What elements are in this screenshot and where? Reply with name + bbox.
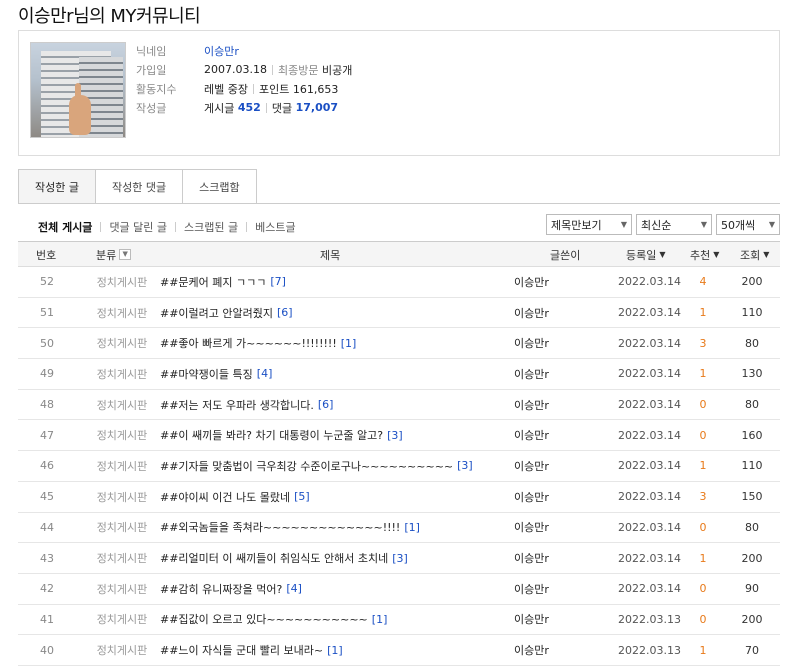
level-value: 레벨 중장 [204, 82, 248, 96]
comment-count-link[interactable]: [1] [341, 337, 357, 350]
comment-count-link[interactable]: [3] [392, 552, 408, 565]
nickname-label: 닉네임 [136, 44, 167, 58]
post-title-link[interactable]: ##문케어 폐지 ㄱㄱㄱ [160, 274, 266, 290]
chevron-down-icon: ▼ [620, 220, 627, 229]
filter-commented-posts[interactable]: 댓글 달린 글 [109, 219, 167, 235]
profile-info: 닉네임 이승만r 가입일 2007.03.18 최종방문 비공개 활동지수 레벨… [136, 41, 352, 117]
post-filters: 전체 게시글 댓글 달린 글 스크랩된 글 베스트글 [38, 219, 296, 235]
comment-count[interactable]: 17,007 [296, 101, 338, 114]
comment-count-link[interactable]: [3] [457, 459, 473, 472]
filter-all-posts[interactable]: 전체 게시글 [38, 219, 92, 235]
tab-divider [18, 203, 780, 204]
table-row: 52 정치게시판 ##문케어 폐지 ㄱㄱㄱ [7] 이승만r 2022.03.14… [18, 267, 780, 298]
last-visit-label: 최종방문 [277, 63, 319, 77]
sort-select[interactable]: 최신순 ▼ [636, 214, 712, 235]
col-recommend[interactable]: 추천 ▼ [690, 242, 719, 267]
table-row: 47 정치게시판 ##이 쌔끼들 봐라? 차기 대통령이 누군줄 알고? [3] … [18, 420, 780, 452]
col-num: 번호 [36, 248, 57, 262]
posts-label: 작성글 [136, 101, 167, 115]
post-title-link[interactable]: ##리얼미터 이 쌔끼들이 취임식도 안해서 초치네 [160, 550, 388, 566]
table-row: 48 정치게시판 ##저는 저도 우파라 생각합니다. [6] 이승만r 2022… [18, 390, 780, 421]
sort-down-icon: ▼ [713, 250, 720, 259]
points-value: 포인트 161,653 [258, 82, 339, 96]
comment-count-link[interactable]: [5] [294, 490, 310, 503]
post-title-link[interactable]: ##마약쟁이들 특징 [160, 366, 253, 382]
table-row: 50 정치게시판 ##좋아 빠르게 가~~~~~~!!!!!!!! [1] 이승만… [18, 328, 780, 360]
filter-best-posts[interactable]: 베스트글 [255, 219, 295, 235]
comment-count-link[interactable]: [4] [257, 367, 273, 380]
page-title: 이승만r님의 MY커뮤니티 [18, 6, 201, 27]
sort-down-icon: ▼ [659, 250, 666, 259]
post-title-link[interactable]: ##집값이 오르고 있다~~~~~~~~~~~ [160, 611, 368, 627]
comment-count-link[interactable]: [1] [327, 644, 343, 657]
table-row: 45 정치게시판 ##야이씨 이건 나도 몰랐네 [5] 이승만r 2022.03… [18, 482, 780, 513]
post-title-link[interactable]: ##저는 저도 우파라 생각합니다. [160, 397, 314, 413]
post-title-link[interactable]: ##느이 자식들 군대 빨리 보내라~ [160, 642, 323, 658]
page-size-select[interactable]: 50개씩 ▼ [716, 214, 780, 235]
tab-written-comments[interactable]: 작성한 댓글 [95, 169, 184, 204]
tab-bar: 작성한 글 작성한 댓글 스크랩함 [18, 169, 257, 204]
comment-count-link[interactable]: [6] [277, 306, 293, 319]
comment-count-link[interactable]: [3] [387, 429, 403, 442]
table-row: 40 정치게시판 ##느이 자식들 군대 빨리 보내라~ [1] 이승만r 202… [18, 635, 780, 666]
comment-count-link[interactable]: [1] [372, 613, 388, 626]
post-title-link[interactable]: ##이럴려고 안알려줬지 [160, 305, 273, 321]
col-views[interactable]: 조회 ▼ [740, 242, 769, 267]
list-options: 제목만보기 ▼ 최신순 ▼ 50개씩 ▼ [546, 214, 780, 235]
filter-scrapped-posts[interactable]: 스크랩된 글 [184, 219, 238, 235]
joined-date: 2007.03.18 [204, 63, 267, 76]
post-title-link[interactable]: ##야이씨 이건 나도 몰랐네 [160, 489, 290, 505]
col-category[interactable]: 분류 ▼ [96, 242, 132, 267]
nickname-link[interactable]: 이승만r [204, 43, 239, 59]
post-title-link[interactable]: ##좋아 빠르게 가~~~~~~!!!!!!!! [160, 335, 337, 351]
post-list: 52 정치게시판 ##문케어 폐지 ㄱㄱㄱ [7] 이승만r 2022.03.14… [18, 267, 780, 666]
comment-count-link[interactable]: [4] [286, 582, 302, 595]
post-title-link[interactable]: ##이 쌔끼들 봐라? 차기 대통령이 누군줄 알고? [160, 427, 383, 443]
comment-count-label: 댓글 [271, 101, 293, 115]
post-count[interactable]: 452 [238, 101, 261, 114]
table-header: 번호 분류 ▼ 제목 글쓴이 등록일 ▼ 추천 ▼ 조회 ▼ [18, 241, 780, 267]
col-title: 제목 [320, 248, 341, 262]
chevron-down-icon: ▼ [700, 220, 707, 229]
last-visit-value: 비공개 [321, 63, 353, 77]
tab-scraps[interactable]: 스크랩함 [183, 169, 257, 204]
table-row: 42 정치게시판 ##감히 유니짜장을 먹어? [4] 이승만r 2022.03.… [18, 574, 780, 605]
activity-label: 활동지수 [136, 82, 177, 96]
profile-box: 닉네임 이승만r 가입일 2007.03.18 최종방문 비공개 활동지수 레벨… [18, 30, 780, 156]
view-mode-select[interactable]: 제목만보기 ▼ [546, 214, 632, 235]
post-title-link[interactable]: ##감히 유니짜장을 먹어? [160, 581, 282, 597]
table-row: 44 정치게시판 ##외국놈들을 족쳐라~~~~~~~~~~~~~!!!! [1]… [18, 513, 780, 544]
comment-count-link[interactable]: [6] [318, 398, 334, 411]
table-row: 46 정치게시판 ##기자들 맞춤법이 극우최강 수준이로구나~~~~~~~~~… [18, 451, 780, 482]
dropdown-icon: ▼ [119, 249, 132, 260]
sort-down-icon: ▼ [763, 250, 770, 259]
comment-count-link[interactable]: [1] [404, 521, 420, 534]
table-row: 43 정치게시판 ##리얼미터 이 쌔끼들이 취임식도 안해서 초치네 [3] 이… [18, 543, 780, 574]
table-row: 49 정치게시판 ##마약쟁이들 특징 [4] 이승만r 2022.03.14 1… [18, 359, 780, 390]
joined-label: 가입일 [136, 63, 167, 77]
post-title-link[interactable]: ##기자들 맞춤법이 극우최강 수준이로구나~~~~~~~~~~ [160, 458, 453, 474]
col-author: 글쓴이 [550, 248, 581, 262]
col-date[interactable]: 등록일 ▼ [626, 242, 666, 267]
avatar [30, 42, 126, 138]
post-count-label: 게시글 [204, 101, 235, 115]
table-row: 51 정치게시판 ##이럴려고 안알려줬지 [6] 이승만r 2022.03.14… [18, 298, 780, 329]
chevron-down-icon: ▼ [768, 220, 775, 229]
tab-written-posts[interactable]: 작성한 글 [18, 169, 96, 204]
comment-count-link[interactable]: [7] [270, 275, 286, 288]
post-title-link[interactable]: ##외국놈들을 족쳐라~~~~~~~~~~~~~!!!! [160, 519, 400, 535]
table-row: 41 정치게시판 ##집값이 오르고 있다~~~~~~~~~~~ [1] 이승만r… [18, 605, 780, 636]
